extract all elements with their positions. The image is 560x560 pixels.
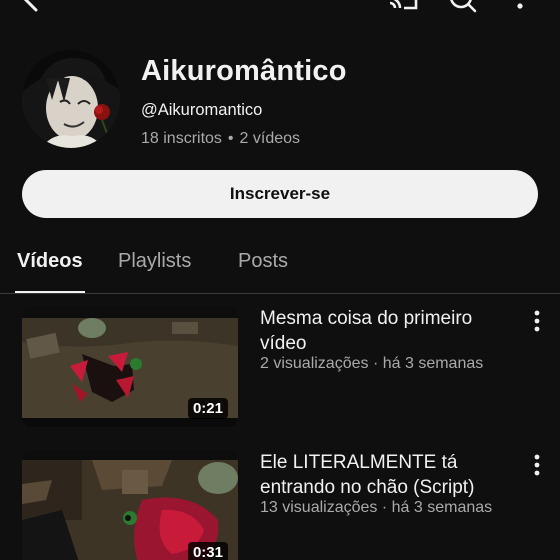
- video-title[interactable]: Ele LITERALMENTE tá entrando no chão (Sc…: [260, 450, 518, 500]
- meta-separator: ·: [372, 355, 379, 372]
- channel-handle: @Aikuromantico: [141, 101, 263, 119]
- back-icon[interactable]: [20, 0, 42, 17]
- video-views: 13 visualizações: [260, 499, 378, 516]
- video-age: há 3 semanas: [382, 355, 484, 372]
- video-age: há 3 semanas: [391, 499, 493, 516]
- channel-page: Aikuromântico @Aikuromantico 18 inscrito…: [0, 0, 560, 560]
- video-meta: 13 visualizações · há 3 semanas: [260, 499, 540, 517]
- video-duration: 0:31: [187, 542, 228, 560]
- video-more-icon[interactable]: [530, 310, 544, 337]
- channel-avatar[interactable]: [22, 50, 120, 148]
- channel-name: Aikuromântico: [141, 55, 347, 87]
- channel-stats: 18 inscritos • 2 vídeos: [141, 130, 300, 148]
- video-thumbnail[interactable]: 0:31: [22, 450, 238, 560]
- more-icon[interactable]: [514, 0, 526, 17]
- video-item[interactable]: 0:31 Ele LITERALMENTE tá entrando no chã…: [0, 450, 560, 560]
- video-item[interactable]: 0:21 Mesma coisa do primeiro vídeo 2 vis…: [0, 306, 560, 436]
- channel-tabs: Vídeos Playlists Posts: [0, 236, 560, 294]
- video-duration: 0:21: [187, 398, 228, 419]
- top-app-bar: [0, 0, 560, 16]
- video-thumbnail[interactable]: 0:21: [22, 306, 238, 427]
- video-count: 2 vídeos: [239, 130, 301, 147]
- subscribe-button[interactable]: Inscrever-se: [22, 170, 538, 218]
- search-icon[interactable]: [448, 0, 478, 19]
- tab-videos[interactable]: Vídeos: [17, 250, 83, 273]
- tab-playlists[interactable]: Playlists: [118, 250, 191, 273]
- meta-separator: ·: [381, 499, 388, 516]
- video-more-icon[interactable]: [530, 454, 544, 481]
- video-views: 2 visualizações: [260, 355, 369, 372]
- video-meta: 2 visualizações · há 3 semanas: [260, 355, 540, 373]
- subscriber-count: 18 inscritos: [141, 130, 222, 147]
- stats-separator: •: [227, 130, 234, 147]
- tab-posts[interactable]: Posts: [238, 250, 288, 273]
- video-title[interactable]: Mesma coisa do primeiro vídeo: [260, 306, 518, 356]
- cast-icon[interactable]: [388, 0, 420, 17]
- tabs-divider: [0, 293, 560, 294]
